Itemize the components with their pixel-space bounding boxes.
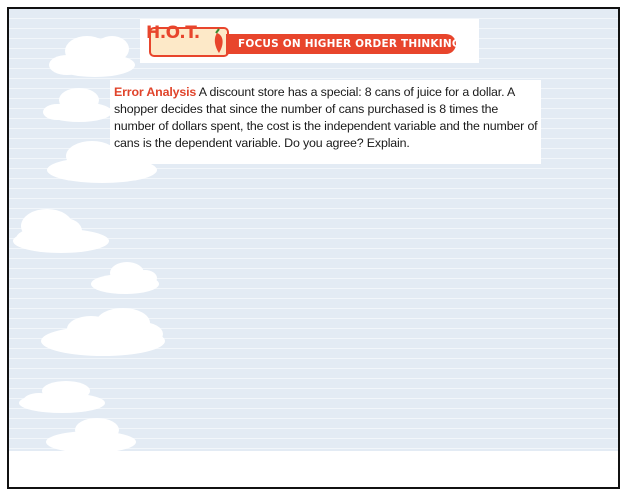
cloud-icon — [41, 308, 165, 356]
hot-banner: H.O.T. FOCUS ON HIGHER ORDER THINKING — [140, 19, 479, 63]
cloud-decorations — [13, 36, 165, 451]
cloud-icon — [43, 88, 112, 122]
cloud-icon — [91, 262, 159, 294]
cloud-icon — [19, 381, 105, 413]
problem-statement: Error Analysis A discount store has a sp… — [110, 80, 541, 164]
cloud-icon — [46, 418, 136, 451]
banner-title: FOCUS ON HIGHER ORDER THINKING — [226, 34, 460, 54]
cloud-icon — [49, 36, 135, 77]
cloud-icon — [13, 209, 109, 253]
worksheet-frame: H.O.T. FOCUS ON HIGHER ORDER THINKING Er… — [7, 7, 620, 489]
hot-logo-text: H.O.T. — [146, 23, 200, 43]
problem-label: Error Analysis — [114, 85, 197, 99]
